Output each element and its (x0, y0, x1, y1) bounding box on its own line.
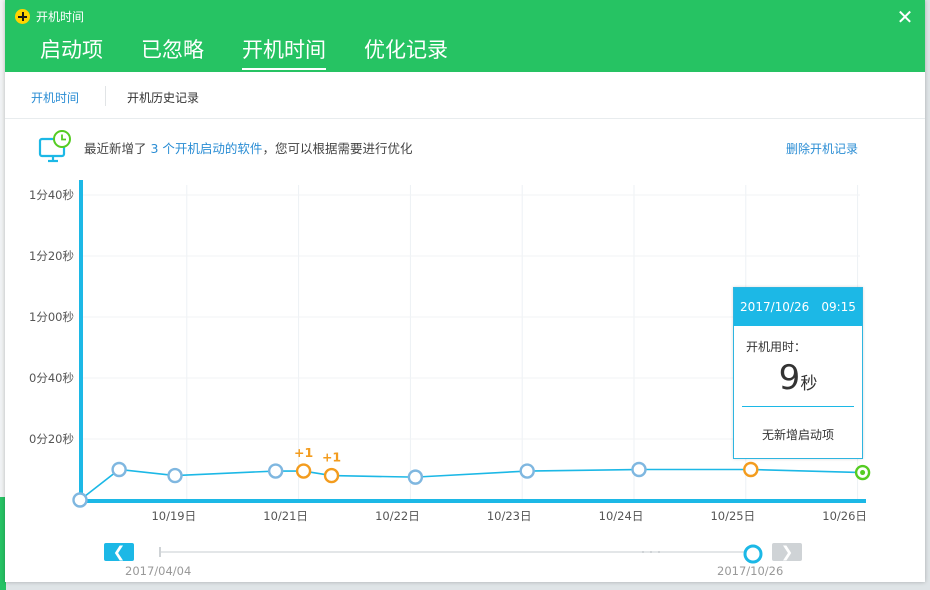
y-tick-label: 0分40秒 (29, 371, 74, 385)
y-tick-label: 1分00秒 (29, 310, 74, 324)
data-point[interactable] (631, 461, 647, 478)
x-tick-label: 10/24日 (599, 509, 644, 523)
data-point[interactable] (407, 469, 424, 485)
boot-detail-tooltip: 2017/10/26 09:15 开机用时： 9秒 无新增启动项 (733, 287, 863, 459)
tooltip-value-unit: 秒 (800, 374, 818, 394)
tooltip-value: 9秒 (734, 358, 862, 398)
data-point[interactable] (72, 492, 88, 508)
data-label: +1 (294, 445, 313, 460)
y-tick-label: 1分40秒 (29, 188, 74, 202)
tooltip-date: 2017/10/26 (740, 300, 810, 314)
tooltip-time: 09:15 (821, 300, 856, 314)
data-point-new-item[interactable] (323, 467, 340, 484)
range-slider-handle[interactable] (743, 544, 763, 564)
data-point[interactable] (267, 463, 284, 479)
range-next-button[interactable]: ❯ (772, 543, 802, 561)
x-tick-label: 10/21日 (263, 509, 308, 523)
data-label: +1 (322, 450, 341, 465)
range-start-date: 2017/04/04 (125, 564, 192, 578)
x-tick-label: 10/19日 (151, 509, 196, 523)
x-tick-label: 10/22日 (375, 509, 420, 523)
range-end-date: 2017/10/26 (717, 564, 784, 578)
x-tick-label: 10/23日 (487, 509, 532, 523)
tooltip-divider (742, 406, 854, 407)
x-tick-label: 10/25日 (710, 509, 755, 523)
data-point[interactable] (167, 467, 183, 484)
data-point-new-item[interactable] (743, 461, 759, 478)
range-prev-button[interactable]: ❮ (104, 543, 134, 561)
data-point[interactable] (519, 463, 535, 479)
data-point[interactable] (111, 461, 127, 478)
tooltip-value-number: 9 (778, 358, 801, 398)
x-tick-label: 10/26日 (822, 509, 867, 523)
y-tick-label: 1分20秒 (29, 249, 74, 263)
tooltip-label: 开机用时： (746, 340, 807, 354)
y-tick-label: 0分20秒 (29, 432, 74, 446)
data-point-new-item[interactable] (295, 463, 312, 479)
tooltip-note: 无新增启动项 (761, 428, 834, 442)
tooltip-header: 2017/10/26 09:15 (734, 288, 862, 326)
data-point-current-dot (860, 470, 866, 476)
